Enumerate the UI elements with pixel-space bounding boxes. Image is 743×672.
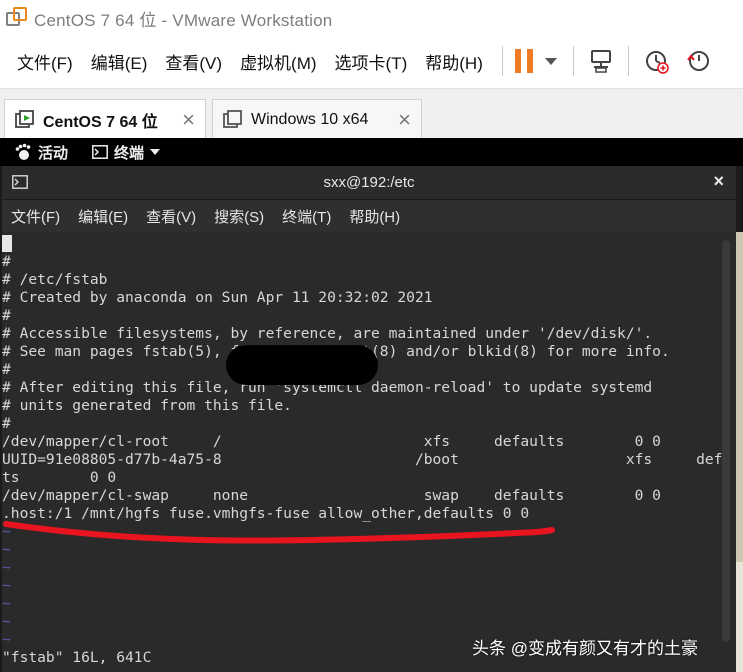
terminal-menu-terminal[interactable]: 终端(T): [273, 206, 340, 227]
terminal-line: # units generated from this file.: [2, 397, 292, 414]
terminal-line: /dev/mapper/cl-root / xfs defaults 0 0: [2, 433, 661, 450]
tab-label: CentOS 7 64 位: [43, 113, 158, 131]
terminal-line: # /etc/fstab: [2, 271, 108, 288]
redaction-blob: [226, 345, 378, 385]
close-icon[interactable]: ×: [713, 171, 724, 192]
menu-view[interactable]: 查看(V): [156, 49, 231, 74]
gnome-topbar: 活动 终端: [0, 138, 743, 166]
pause-icon: [514, 49, 533, 73]
send-ctrl-alt-del-icon: [590, 50, 611, 73]
terminal-line: .host:/1 /mnt/hgfs fuse.vmhgfs-fuse allo…: [2, 505, 530, 522]
tab-label: Windows 10 x64: [251, 110, 369, 128]
terminal-title: sxx@192:/etc: [323, 174, 415, 191]
terminal-menubar: 文件(F) 编辑(E) 查看(V) 搜索(S) 终端(T) 帮助(H): [2, 200, 736, 232]
terminal-line: ts 0 0: [2, 469, 117, 486]
vm-tabbar: CentOS 7 64 位 × Windows 10 x64 ×: [0, 88, 743, 139]
app-menu-label: 终端: [114, 144, 145, 162]
window-title: CentOS 7 64 位 - VMware Workstation: [34, 10, 333, 30]
terminal-line: ~: [2, 595, 11, 612]
terminal-text: # # /etc/fstab # Created by anaconda on Su…: [2, 235, 726, 667]
terminal-headerbar: sxx@192:/etc ×: [2, 166, 736, 200]
vm-running-icon: [15, 109, 34, 128]
terminal-scrollbar[interactable]: [722, 240, 730, 642]
revert-snapshot-icon: [687, 51, 709, 71]
close-icon[interactable]: ×: [182, 108, 195, 131]
send-ctrl-alt-del-button[interactable]: [586, 46, 616, 76]
app-menu-terminal[interactable]: 终端: [92, 142, 161, 163]
gnome-foot-icon: [15, 143, 31, 160]
terminal-menu-edit[interactable]: 编辑(E): [69, 206, 137, 227]
terminal-menu-view[interactable]: 查看(V): [137, 206, 205, 227]
vm-icon: [223, 109, 242, 128]
terminal-line: ~: [2, 523, 11, 540]
tab-windows10[interactable]: Windows 10 x64 ×: [212, 99, 422, 139]
terminal-line: #: [2, 415, 11, 432]
revert-snapshot-button[interactable]: [683, 46, 713, 76]
pause-button[interactable]: [514, 49, 557, 73]
terminal-line: ~: [2, 541, 11, 558]
tab-centos[interactable]: CentOS 7 64 位 ×: [4, 99, 206, 139]
terminal-menu-help[interactable]: 帮助(H): [340, 206, 409, 227]
cursor-line: [2, 235, 726, 253]
menu-help[interactable]: 帮助(H): [416, 49, 492, 74]
snapshot-icon: [645, 51, 669, 74]
background-window-strip: [736, 232, 743, 672]
terminal-body[interactable]: # # /etc/fstab # Created by anaconda on Su…: [2, 232, 736, 672]
vmware-titlebar: CentOS 7 64 位 - VMware Workstation: [0, 0, 743, 36]
snapshot-button[interactable]: [641, 46, 671, 76]
terminal-menu-search[interactable]: 搜索(S): [205, 206, 273, 227]
close-icon[interactable]: ×: [398, 108, 411, 131]
terminal-line: #: [2, 307, 11, 324]
terminal-menu-file[interactable]: 文件(F): [2, 206, 69, 227]
terminal-line: ~: [2, 577, 11, 594]
terminal-line: # Accessible filesystems, by reference, …: [2, 325, 653, 342]
vmware-menubar: 文件(F) 编辑(E) 查看(V) 虚拟机(M) 选项卡(T) 帮助(H): [0, 38, 743, 84]
activities-button[interactable]: 活动: [14, 142, 68, 163]
terminal-line: #: [2, 253, 11, 270]
terminal-icon: [92, 145, 108, 159]
menu-vm[interactable]: 虚拟机(M): [231, 49, 325, 74]
toolbar-separator: [627, 46, 629, 76]
terminal-line: # Created by anaconda on Sun Apr 11 20:3…: [2, 289, 433, 306]
activities-label: 活动: [38, 144, 69, 162]
terminal-line: UUID=91e08805-d77b-4a75-8 /boot xfs defa…: [2, 451, 726, 468]
terminal-line: ~: [2, 613, 11, 630]
menu-file[interactable]: 文件(F): [8, 49, 82, 74]
vmware-logo-icon: [6, 7, 28, 29]
toolbar-separator: [572, 46, 574, 76]
chevron-down-icon: [150, 149, 161, 155]
menu-edit[interactable]: 编辑(E): [82, 49, 157, 74]
chevron-down-icon[interactable]: [544, 57, 557, 65]
watermark: 头条 @变成有颜又有才的土豪: [472, 639, 698, 658]
menu-tabs[interactable]: 选项卡(T): [326, 49, 417, 74]
terminal-line: /dev/mapper/cl-swap none swap defaults 0…: [2, 487, 661, 504]
guest-display[interactable]: 活动 终端 sxx@192:/etc × 文件(F) 编辑(E) 查看(V) 搜…: [0, 138, 743, 672]
toolbar-separator: [501, 46, 503, 76]
text-cursor: [2, 235, 12, 252]
terminal-line: ~: [2, 559, 11, 576]
